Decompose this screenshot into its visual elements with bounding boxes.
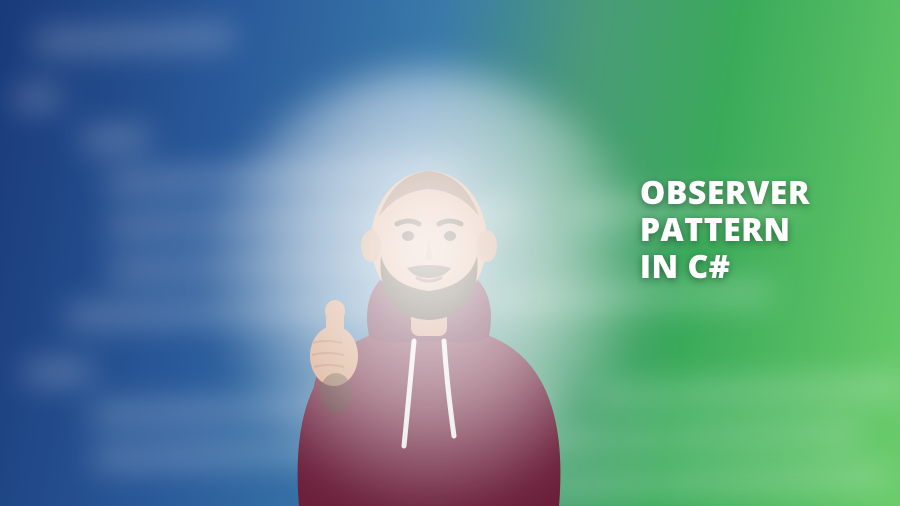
thumbnail-image: OBSERVER PATTERN IN C# [0, 0, 900, 506]
title-line-3: IN C# [640, 249, 810, 286]
presenter-photo [219, 86, 639, 506]
presenter-glow [201, 68, 657, 506]
title-line-1: OBSERVER [640, 175, 810, 212]
title-line-2: PATTERN [640, 212, 810, 249]
thumbnail-title: OBSERVER PATTERN IN C# [640, 175, 810, 285]
